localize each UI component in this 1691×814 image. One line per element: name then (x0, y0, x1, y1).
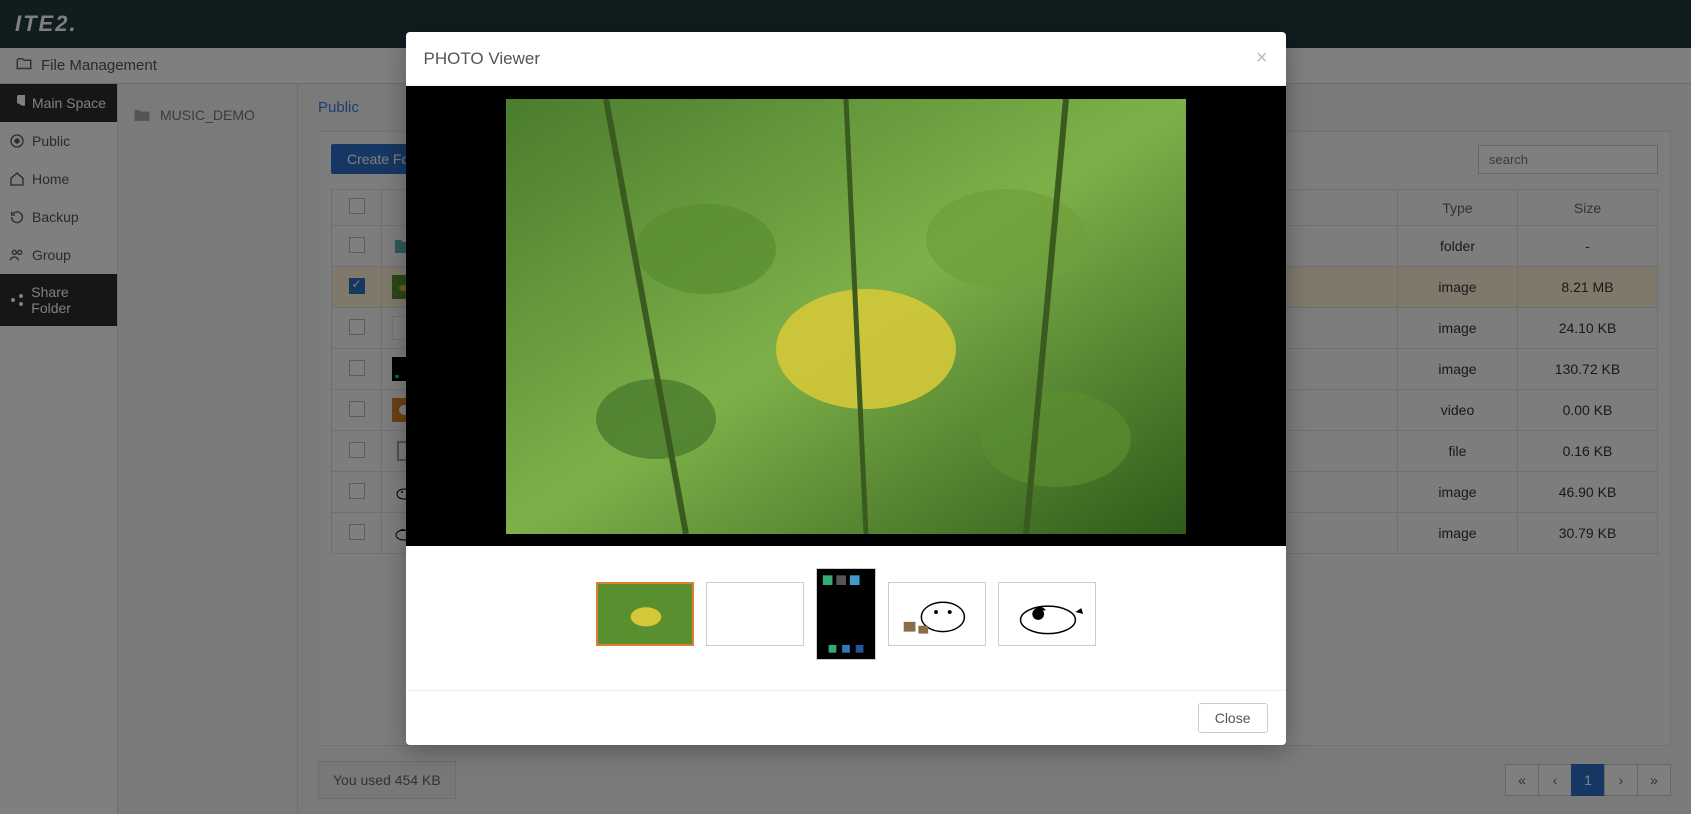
close-button[interactable]: Close (1198, 703, 1268, 733)
viewer-stage (406, 86, 1286, 546)
modal-footer: Close (406, 690, 1286, 745)
thumb-5[interactable] (998, 582, 1096, 646)
thumb-2[interactable] (706, 582, 804, 646)
modal-overlay[interactable]: PHOTO Viewer × (0, 0, 1691, 814)
thumb-4[interactable] (888, 582, 986, 646)
modal-title: PHOTO Viewer (424, 49, 541, 69)
close-icon[interactable]: × (1256, 47, 1268, 70)
thumbnail-strip (406, 546, 1286, 690)
thumb-3[interactable] (816, 568, 876, 660)
modal-header: PHOTO Viewer × (406, 32, 1286, 86)
main-photo (506, 99, 1186, 534)
thumb-1[interactable] (596, 582, 694, 646)
photo-viewer-modal: PHOTO Viewer × (406, 32, 1286, 745)
